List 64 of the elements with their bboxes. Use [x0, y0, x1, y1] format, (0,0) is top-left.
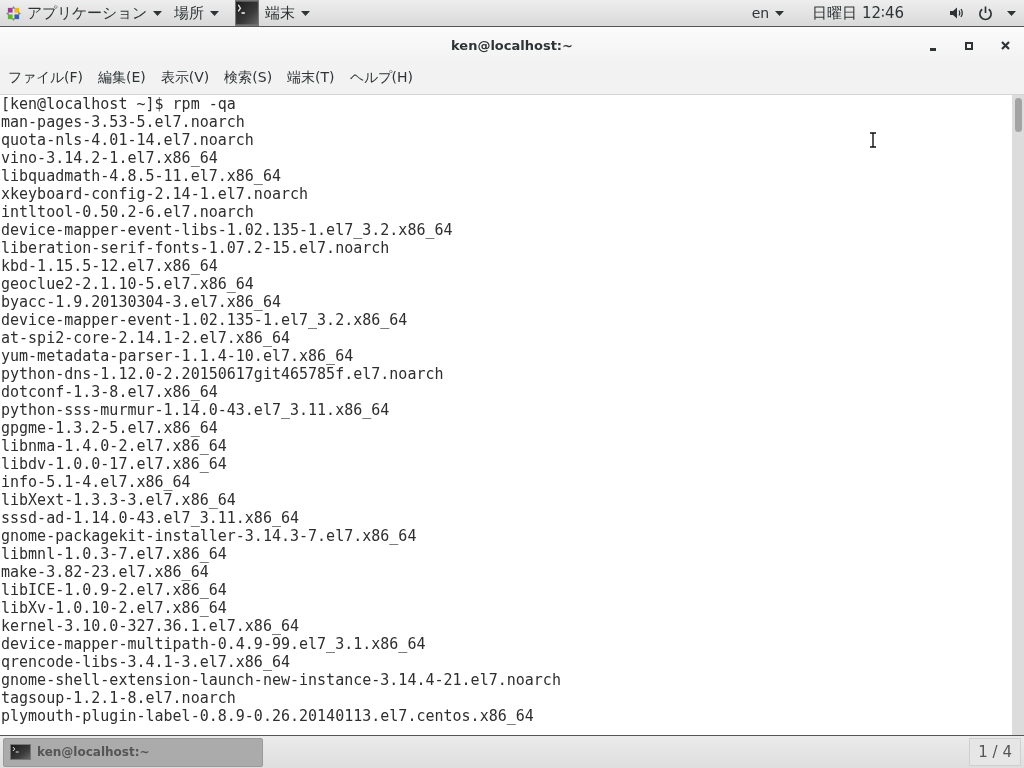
- terminal-line: device-mapper-event-libs-1.02.135-1.el7_3.2.x86_64: [1, 221, 453, 239]
- menu-item[interactable]: ファイル(F): [8, 67, 83, 88]
- speaker-icon: [950, 7, 964, 19]
- terminal-line: gnome-shell-extension-launch-new-instance-3.14.4-21.el7.noarch: [1, 671, 561, 689]
- window-title: ken@localhost:~: [451, 36, 573, 55]
- maximize-icon: [965, 41, 973, 50]
- clock[interactable]: 日曜日 12∶46: [804, 0, 912, 26]
- terminal-line: libXv-1.0.10-2.el7.x86_64: [1, 599, 227, 617]
- close-icon: [1000, 41, 1010, 50]
- top-bar-menu[interactable]: アプリケーション: [0, 0, 168, 26]
- top-bar-menu[interactable]: 場所: [168, 0, 225, 26]
- caret-icon: [210, 10, 219, 16]
- terminal-line: make-3.82-23.el7.x86_64: [1, 563, 209, 581]
- terminal-line: python-dns-1.12.0-2.20150617git465785f.el7.noarch: [1, 365, 444, 383]
- terminal-line: vino-3.14.2-1.el7.x86_64: [1, 149, 218, 167]
- scrollbar[interactable]: [1012, 95, 1024, 735]
- text-cursor-icon: [869, 132, 877, 148]
- terminal-line: man-pages-3.53-5.el7.noarch: [1, 113, 245, 131]
- terminal-line: gpgme-1.3.2-5.el7.x86_64: [1, 419, 218, 437]
- terminal-line: device-mapper-multipath-0.4.9-99.el7_3.1.x86_64: [1, 635, 426, 653]
- terminal-line: kbd-1.15.5-12.el7.x86_64: [1, 257, 218, 275]
- terminal-line: dotconf-1.3-8.el7.x86_64: [1, 383, 218, 401]
- terminal-line: plymouth-plugin-label-0.8.9-0.26.20140113.el7.centos.x86_64: [1, 707, 534, 725]
- minimize-icon: [930, 48, 936, 51]
- power-icon: [978, 5, 993, 21]
- menu-item[interactable]: 検索(S): [224, 67, 273, 88]
- terminal-line: geoclue2-2.1.10-5.el7.x86_64: [1, 275, 254, 293]
- terminal-line: info-5.1-4.el7.x86_64: [1, 473, 191, 491]
- terminal-line: libICE-1.0.9-2.el7.x86_64: [1, 581, 227, 599]
- terminal-line: intltool-0.50.2-6.el7.noarch: [1, 203, 254, 221]
- active-app-menu[interactable]: 端末: [235, 0, 316, 26]
- terminal-icon: [10, 744, 31, 760]
- input-method-menu[interactable]: en: [745, 0, 791, 26]
- terminal-line: xkeyboard-config-2.14-1.el7.noarch: [1, 185, 309, 203]
- terminal-line: yum-metadata-parser-1.1.4-10.el7.x86_64: [1, 347, 354, 365]
- caret-icon: [153, 10, 162, 16]
- terminal-line: libmnl-1.0.3-7.el7.x86_64: [1, 545, 227, 563]
- pinwheel-logo-icon: [6, 5, 21, 21]
- terminal-line: qrencode-libs-3.4.1-3.el7.x86_64: [1, 653, 290, 671]
- terminal-line: sssd-ad-1.14.0-43.el7_3.11.x86_64: [1, 509, 299, 527]
- terminal-line: liberation-serif-fonts-1.07.2-15.el7.noarch: [1, 239, 390, 257]
- terminal-line: quota-nls-4.01-14.el7.noarch: [1, 131, 254, 149]
- terminal-line: gnome-packagekit-installer-3.14.3-7.el7.x86_64: [1, 527, 417, 545]
- caret-icon: [301, 10, 310, 16]
- scrollbar-thumb[interactable]: [1014, 98, 1022, 132]
- menu-item[interactable]: 表示(V): [160, 67, 210, 88]
- caret-icon: [1007, 10, 1016, 16]
- menu-item[interactable]: 端末(T): [287, 67, 335, 88]
- terminal-line: [ken@localhost ~]$ rpm -qa: [1, 95, 236, 113]
- terminal-line: kernel-3.10.0-327.36.1.el7.x86_64: [1, 617, 299, 635]
- terminal-line: tagsoup-1.2.1-8.el7.noarch: [1, 689, 236, 707]
- terminal-line: libXext-1.3.3-3.el7.x86_64: [1, 491, 236, 509]
- terminal-line: device-mapper-event-1.02.135-1.el7_3.2.x86_64: [1, 311, 408, 329]
- workspace-indicator[interactable]: 1 / 4: [969, 738, 1021, 766]
- terminal-line: at-spi2-core-2.14.1-2.el7.x86_64: [1, 329, 290, 347]
- terminal-line: libquadmath-4.8.5-11.el7.x86_64: [1, 167, 281, 185]
- terminal-line: byacc-1.9.20130304-3.el7.x86_64: [1, 293, 281, 311]
- terminal-app-icon: [235, 0, 259, 26]
- terminal-line: python-sss-murmur-1.14.0-43.el7_3.11.x86_64: [1, 401, 390, 419]
- menu-item[interactable]: ヘルプ(H): [349, 67, 414, 88]
- menu-item[interactable]: 編集(E): [98, 67, 146, 88]
- terminal-line: libdv-1.0.0-17.el7.x86_64: [1, 455, 227, 473]
- caret-icon: [775, 10, 785, 16]
- terminal-line: libnma-1.4.0-2.el7.x86_64: [1, 437, 227, 455]
